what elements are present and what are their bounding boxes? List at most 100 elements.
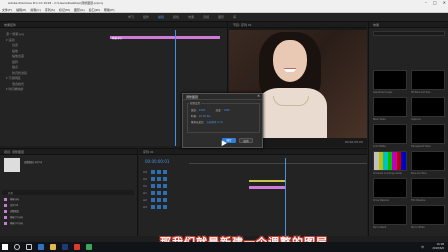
- timeline-clip-pink[interactable]: [249, 186, 285, 189]
- timeline-clip-yellow[interactable]: [249, 180, 285, 182]
- width-field[interactable]: 1920: [199, 109, 209, 112]
- effect-playhead[interactable]: [175, 30, 176, 146]
- workspace-tab[interactable]: 库: [233, 15, 236, 19]
- premiere-pro-icon[interactable]: [62, 244, 68, 250]
- effect-controls-title[interactable]: 效果控件: [4, 23, 16, 27]
- project-item[interactable]: 序列 01: [4, 203, 134, 208]
- program-title[interactable]: 节目: 序列 01: [233, 23, 252, 27]
- track-toggle-icon[interactable]: [157, 205, 161, 209]
- track-toggle-icon[interactable]: [151, 170, 155, 174]
- project-item[interactable]: 调整图层: [4, 209, 134, 214]
- dialog-close-icon[interactable]: ✕: [257, 94, 260, 98]
- effect-thumbnail[interactable]: [411, 70, 445, 90]
- track-toggle-icon[interactable]: [157, 170, 161, 174]
- project-item[interactable]: 杨幂 (2).jpg: [4, 221, 134, 226]
- track-toggle-icon[interactable]: [157, 177, 161, 181]
- track-toggle-icon[interactable]: [151, 184, 155, 188]
- height-field[interactable]: 1080: [223, 109, 233, 112]
- par-select[interactable]: 方形像素 (1.0): [206, 120, 223, 124]
- menu-item[interactable]: 文件(F): [2, 8, 12, 12]
- file-explorer-icon[interactable]: [50, 244, 56, 250]
- effect-thumbnail[interactable]: [411, 97, 445, 117]
- effect-thumbnail[interactable]: [411, 151, 445, 171]
- maximize-icon[interactable]: □: [433, 0, 437, 6]
- workspace-tab[interactable]: 学习: [128, 15, 134, 19]
- track-toggle-icon[interactable]: [151, 191, 155, 195]
- effects-title[interactable]: 效果: [373, 23, 379, 27]
- effect-row[interactable]: 防闪烁滤镜: [12, 71, 27, 75]
- project-file-icon[interactable]: [4, 158, 20, 172]
- effect-row[interactable]: 源 * 杨幂.jpg: [6, 32, 24, 36]
- menu-item[interactable]: 剪辑(C): [30, 8, 40, 12]
- input-language[interactable]: 中: [421, 245, 424, 249]
- effect-row[interactable]: ▾ 不透明度: [6, 76, 20, 80]
- workspace-tab[interactable]: 编辑: [158, 15, 164, 19]
- edge-browser-icon[interactable]: [38, 244, 44, 250]
- workspace-tab[interactable]: 颜色: [173, 15, 179, 19]
- minimize-icon[interactable]: –: [425, 0, 427, 6]
- workspace-tab[interactable]: 效果: [188, 15, 194, 19]
- menu-item[interactable]: 序列(S): [45, 8, 55, 12]
- chat-app-icon[interactable]: [86, 244, 92, 250]
- track-header[interactable]: A1: [143, 190, 187, 196]
- track-toggle-icon[interactable]: [151, 205, 155, 209]
- system-clock[interactable]: 16:08 2018/6/6: [432, 243, 444, 250]
- menu-item[interactable]: 图形(G): [74, 8, 85, 12]
- effect-thumbnail[interactable]: [411, 178, 445, 198]
- effect-clip-bar[interactable]: [110, 36, 220, 39]
- search-icon[interactable]: [14, 244, 20, 250]
- effect-row[interactable]: 位置: [12, 43, 18, 47]
- effect-thumbnail[interactable]: [373, 151, 407, 171]
- track-header[interactable]: V1: [143, 183, 187, 189]
- media-app-icon[interactable]: [74, 244, 80, 250]
- track-toggle-icon[interactable]: [163, 170, 167, 174]
- project-column-header[interactable]: 名称: [2, 190, 134, 195]
- effect-thumbnail[interactable]: [373, 97, 407, 117]
- effect-row[interactable]: 缩放宽度: [12, 54, 24, 58]
- menu-item[interactable]: 编辑(E): [16, 8, 26, 12]
- timeline-playhead[interactable]: [285, 158, 286, 237]
- track-header[interactable]: V2: [143, 176, 187, 182]
- menu-item[interactable]: 窗口(W): [89, 8, 100, 12]
- effect-thumbnail[interactable]: [373, 178, 407, 198]
- close-icon[interactable]: ✕: [443, 0, 446, 6]
- project-item[interactable]: 杨幂.jpg: [4, 197, 134, 202]
- effect-row[interactable]: 旋转: [12, 60, 18, 64]
- track-toggle-icon[interactable]: [163, 198, 167, 202]
- track-toggle-icon[interactable]: [157, 198, 161, 202]
- effect-thumbnail[interactable]: [373, 205, 407, 225]
- windows-start-icon[interactable]: [2, 244, 8, 250]
- track-toggle-icon[interactable]: [163, 177, 167, 181]
- track-header[interactable]: A2: [143, 197, 187, 203]
- workspace-tab[interactable]: 图形: [218, 15, 224, 19]
- effect-row[interactable]: 混合模式: [12, 82, 24, 86]
- timeline-title[interactable]: 序列 01: [143, 150, 154, 154]
- track-header[interactable]: A3: [143, 204, 187, 210]
- effect-row[interactable]: 锚点: [12, 65, 18, 69]
- timeline-timecode[interactable]: 00:00:00:01: [145, 159, 169, 164]
- workspace-tab[interactable]: 组件: [143, 15, 149, 19]
- effect-thumbnail[interactable]: [411, 124, 445, 144]
- track-toggle-icon[interactable]: [151, 198, 155, 202]
- workspace-tab[interactable]: 音频: [203, 15, 209, 19]
- effect-row[interactable]: 缩放: [12, 49, 18, 53]
- task-view-icon[interactable]: [26, 244, 32, 250]
- effect-thumbnail[interactable]: [411, 205, 445, 225]
- project-title[interactable]: 项目: 调整图层: [4, 150, 24, 154]
- timeline-ruler[interactable]: [189, 158, 367, 164]
- menu-item[interactable]: 帮助(H): [104, 8, 115, 12]
- track-toggle-icon[interactable]: [151, 177, 155, 181]
- track-toggle-icon[interactable]: [157, 191, 161, 195]
- track-toggle-icon[interactable]: [163, 205, 167, 209]
- track-toggle-icon[interactable]: [163, 191, 167, 195]
- track-toggle-icon[interactable]: [163, 184, 167, 188]
- menu-item[interactable]: 标记(M): [59, 8, 70, 12]
- effect-thumbnail[interactable]: [373, 124, 407, 144]
- cancel-button[interactable]: 取消: [239, 138, 253, 143]
- timebase-select[interactable]: 25.00 fps: [199, 115, 211, 118]
- track-toggle-icon[interactable]: [157, 184, 161, 188]
- effect-thumbnail[interactable]: [373, 70, 407, 90]
- effects-search-input[interactable]: [373, 31, 445, 36]
- effect-row[interactable]: ▾ 时间重映射: [6, 87, 23, 91]
- track-header[interactable]: V3: [143, 169, 187, 175]
